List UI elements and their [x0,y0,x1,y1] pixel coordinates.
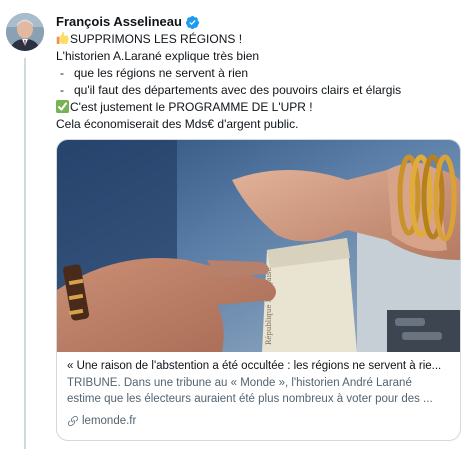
bullet-marker: - [60,83,64,97]
thumbs-up-emoji-icon [56,32,69,44]
tweet-text: SUPPRIMONS LES RÉGIONS ! L'historien A.L… [56,31,461,133]
tweet-header: François Asselineau [56,13,461,31]
tweet-line-2: L'historien A.Larané explique très bien [56,49,260,63]
link-icon [68,416,78,427]
tweet-line-5: C'est justement le PROGRAMME DE L'UPR ! [56,99,461,116]
card-description-line-2: estime que les électeurs auraient été pl… [67,393,433,405]
tweet-line-1: SUPPRIMONS LES RÉGIONS ! [56,31,461,48]
tweet-line-1-text: SUPPRIMONS LES RÉGIONS ! [70,32,243,46]
bullet-1-text: que les régions ne servent à rien [74,66,249,80]
verified-badge-icon [185,15,200,29]
tweet-content: François Asselineau SUPPRIMONS LES RÉGIO… [56,13,461,441]
check-mark-emoji-icon [56,100,69,113]
card-domain-text: lemonde.fr [82,415,137,427]
card-title[interactable]: « Une raison de l'abstention a été occul… [67,358,450,374]
profile-photo-icon [6,13,44,51]
tweet-bullet-2: - qu'il faut des départements avec des po… [56,82,461,99]
voting-ballot-photo-icon: République Française [57,140,460,352]
avatar[interactable] [6,13,44,51]
ballot-text: République Française [265,267,273,345]
tweet-line-5-text: C'est justement le PROGRAMME DE L'UPR ! [70,100,313,114]
tweet-bullet-1: - que les régions ne servent à rien [56,65,461,82]
card-description: TRIBUNE. Dans une tribune au « Monde », … [67,375,450,407]
link-preview-card[interactable]: République Française « Une raison de l'a… [56,139,461,441]
card-meta: « Une raison de l'abstention a été occul… [57,352,460,429]
card-domain[interactable]: lemonde.fr [67,413,450,429]
bullet-marker: - [60,66,64,80]
card-image: République Française [57,140,460,352]
author-name[interactable]: François Asselineau [56,13,182,31]
thread-line [24,58,26,449]
tweet-line-6: Cela économiserait des Mds€ d'argent pub… [56,117,299,131]
card-description-line-1: TRIBUNE. Dans une tribune au « Monde », … [67,377,412,389]
bullet-2-text: qu'il faut des départements avec des pou… [74,83,402,97]
tweet[interactable]: François Asselineau SUPPRIMONS LES RÉGIO… [0,0,469,449]
